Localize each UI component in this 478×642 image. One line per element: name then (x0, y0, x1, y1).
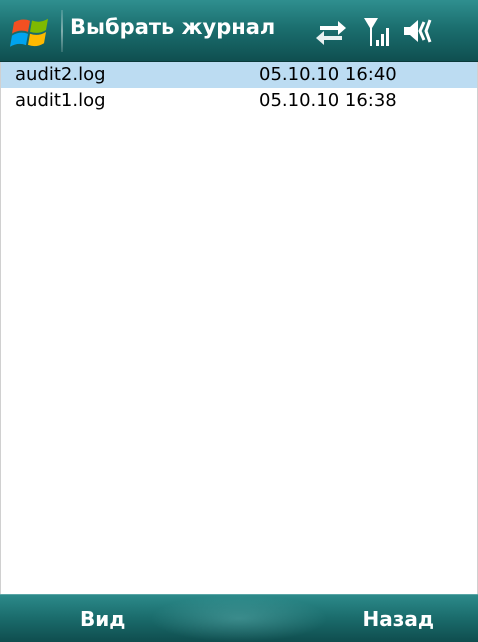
back-softkey-button[interactable]: Назад (362, 607, 434, 631)
title-divider (61, 10, 63, 52)
page-title: Выбрать журнал (70, 15, 276, 39)
log-list: audit2.log 05.10.10 16:40 audit1.log 05.… (0, 62, 478, 594)
softkey-bar: Вид Назад (0, 594, 478, 642)
sync-arrows-icon[interactable] (314, 14, 348, 48)
list-item[interactable]: audit2.log 05.10.10 16:40 (1, 62, 477, 88)
log-timestamp: 05.10.10 16:40 (259, 64, 397, 85)
windows-flag-icon[interactable] (8, 11, 54, 51)
title-bar: Выбрать журнал (0, 0, 478, 62)
log-filename: audit1.log (15, 90, 106, 111)
log-timestamp: 05.10.10 16:38 (259, 90, 397, 111)
device-screen: Выбрать журнал audit2.log 05.10.10 16:40… (0, 0, 478, 642)
volume-icon[interactable] (400, 14, 434, 48)
list-item[interactable]: audit1.log 05.10.10 16:38 (1, 88, 477, 114)
softkey-divider-glow (150, 595, 328, 642)
view-softkey-button[interactable]: Вид (80, 607, 125, 631)
signal-strength-icon[interactable] (362, 14, 392, 50)
log-filename: audit2.log (15, 64, 106, 85)
